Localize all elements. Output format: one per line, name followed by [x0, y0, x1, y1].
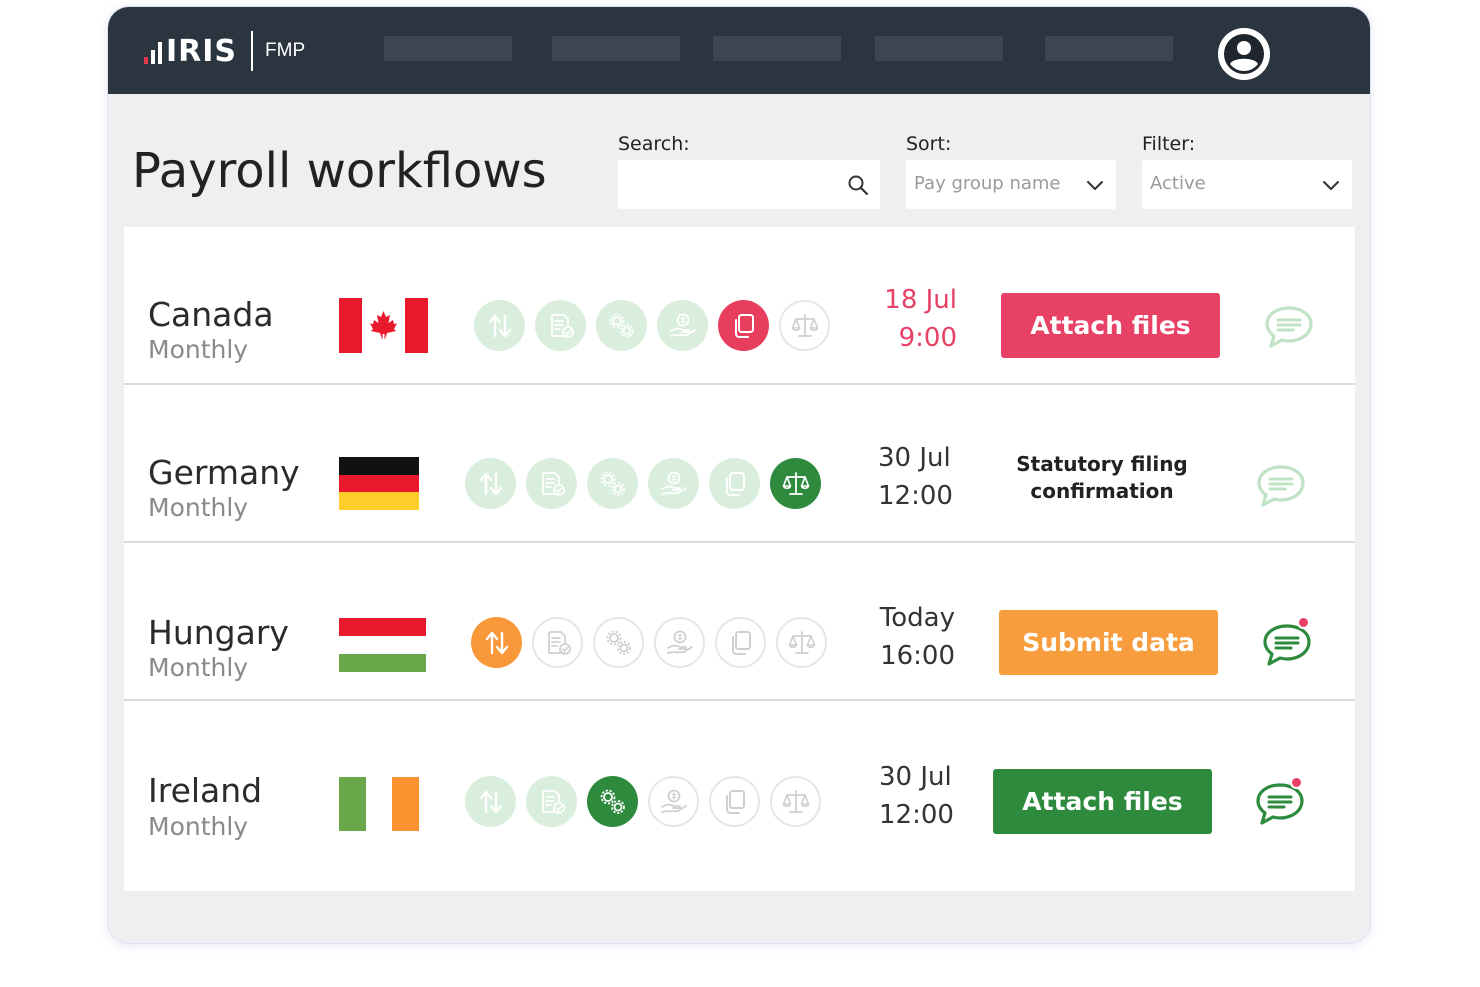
workflow-steps	[465, 776, 821, 827]
logo-bars-icon	[144, 38, 162, 64]
submit-data-button[interactable]: Submit data	[999, 610, 1218, 675]
workflow-list: Canada Monthly 18 Jul 9:00 Attach files	[124, 227, 1355, 891]
canada-flag-icon	[339, 298, 428, 353]
gears-icon[interactable]	[587, 776, 638, 827]
nav-item-placeholder-2[interactable]	[552, 36, 680, 61]
due-date: 18 Jul 9:00	[884, 281, 957, 357]
logo-text: IRIS	[166, 33, 238, 69]
search-label: Search:	[618, 133, 690, 155]
document-check-icon[interactable]	[526, 776, 577, 827]
due-date-time: 16:00	[880, 641, 955, 671]
gears-icon[interactable]	[587, 458, 638, 509]
search-input[interactable]	[618, 160, 880, 209]
payment-hand-icon[interactable]	[654, 617, 705, 668]
gears-icon[interactable]	[596, 300, 647, 351]
transfer-arrows-icon[interactable]	[471, 617, 522, 668]
scales-icon[interactable]	[770, 776, 821, 827]
workflow-steps	[465, 458, 821, 509]
scales-icon[interactable]	[776, 617, 827, 668]
due-date: Today 16:00	[880, 599, 955, 675]
status-label: Statutory filing confirmation	[992, 451, 1212, 505]
due-date-time: 12:00	[879, 800, 954, 830]
unread-notification-dot	[1297, 616, 1310, 629]
document-check-icon[interactable]	[535, 300, 586, 351]
scales-icon[interactable]	[779, 300, 830, 351]
chevron-down-icon	[1322, 177, 1340, 193]
pay-frequency: Monthly	[148, 493, 249, 522]
workflow-row-ireland[interactable]: Ireland Monthly 30 Jul 12:00 Attach file…	[124, 701, 1355, 871]
due-date: 30 Jul 12:00	[878, 439, 953, 515]
ireland-flag-icon	[339, 777, 419, 831]
pay-frequency: Monthly	[148, 653, 249, 682]
search-field	[618, 160, 880, 209]
copy-documents-icon[interactable]	[709, 458, 760, 509]
iris-fmp-logo[interactable]: IRIS FMP	[144, 31, 305, 71]
chat-icon[interactable]	[1263, 303, 1315, 351]
app-window: IRIS FMP Payroll workflows Search: Sort:…	[107, 6, 1371, 944]
due-date-day: 30 Jul	[879, 762, 952, 792]
pay-frequency: Monthly	[148, 812, 249, 841]
nav-item-placeholder-5[interactable]	[1045, 36, 1173, 61]
transfer-arrows-icon[interactable]	[465, 776, 516, 827]
search-icon[interactable]	[846, 173, 870, 197]
copy-documents-icon[interactable]	[709, 776, 760, 827]
workflow-row-germany[interactable]: Germany Monthly 30 Jul 12:00 Statutory f	[124, 385, 1355, 543]
logo-subtitle: FMP	[265, 40, 306, 61]
document-check-icon[interactable]	[526, 458, 577, 509]
document-check-icon[interactable]	[532, 617, 583, 668]
workflow-steps	[474, 300, 830, 351]
sort-label: Sort:	[906, 133, 952, 155]
logo-divider	[251, 31, 254, 71]
due-date-day: 30 Jul	[878, 443, 951, 473]
hungary-flag-icon	[339, 618, 426, 672]
status-line-1: Statutory filing	[1016, 452, 1188, 476]
page-title: Payroll workflows	[132, 143, 547, 199]
germany-flag-icon	[339, 457, 419, 510]
country-name: Canada	[148, 295, 274, 334]
copy-documents-icon[interactable]	[718, 300, 769, 351]
scales-icon[interactable]	[770, 458, 821, 509]
workflow-row-canada[interactable]: Canada Monthly 18 Jul 9:00 Attach files	[124, 227, 1355, 385]
filter-label: Filter:	[1142, 133, 1196, 155]
status-line-2: confirmation	[1030, 479, 1174, 503]
due-date-time: 9:00	[898, 323, 957, 353]
copy-documents-icon[interactable]	[715, 617, 766, 668]
nav-item-placeholder-3[interactable]	[713, 36, 841, 61]
filter-selected-value: Active	[1150, 173, 1206, 194]
country-name: Germany	[148, 453, 300, 492]
country-name: Ireland	[148, 771, 263, 810]
filter-dropdown[interactable]: Active	[1142, 160, 1352, 209]
chevron-down-icon	[1086, 177, 1104, 193]
pay-frequency: Monthly	[148, 335, 249, 364]
due-date-day: Today	[879, 603, 955, 633]
unread-notification-dot	[1290, 776, 1303, 789]
transfer-arrows-icon[interactable]	[465, 458, 516, 509]
due-date-day: 18 Jul	[884, 285, 957, 315]
transfer-arrows-icon[interactable]	[474, 300, 525, 351]
chat-icon[interactable]	[1255, 462, 1307, 510]
user-avatar-icon[interactable]	[1218, 28, 1270, 80]
due-date-time: 12:00	[878, 481, 953, 511]
gears-icon[interactable]	[593, 617, 644, 668]
payment-hand-icon[interactable]	[648, 776, 699, 827]
sort-dropdown[interactable]: Pay group name	[906, 160, 1116, 209]
nav-item-placeholder-1[interactable]	[384, 36, 512, 61]
payment-hand-icon[interactable]	[657, 300, 708, 351]
country-name: Hungary	[148, 613, 289, 652]
due-date: 30 Jul 12:00	[879, 758, 954, 834]
workflow-steps	[471, 617, 827, 668]
nav-item-placeholder-4[interactable]	[875, 36, 1003, 61]
top-navigation-bar: IRIS FMP	[108, 7, 1370, 94]
sort-selected-value: Pay group name	[914, 173, 1061, 194]
workflow-row-hungary[interactable]: Hungary Monthly Today 16:00 Submit data	[124, 543, 1355, 701]
payment-hand-icon[interactable]	[648, 458, 699, 509]
attach-files-button[interactable]: Attach files	[1001, 293, 1220, 358]
attach-files-button[interactable]: Attach files	[993, 769, 1212, 834]
